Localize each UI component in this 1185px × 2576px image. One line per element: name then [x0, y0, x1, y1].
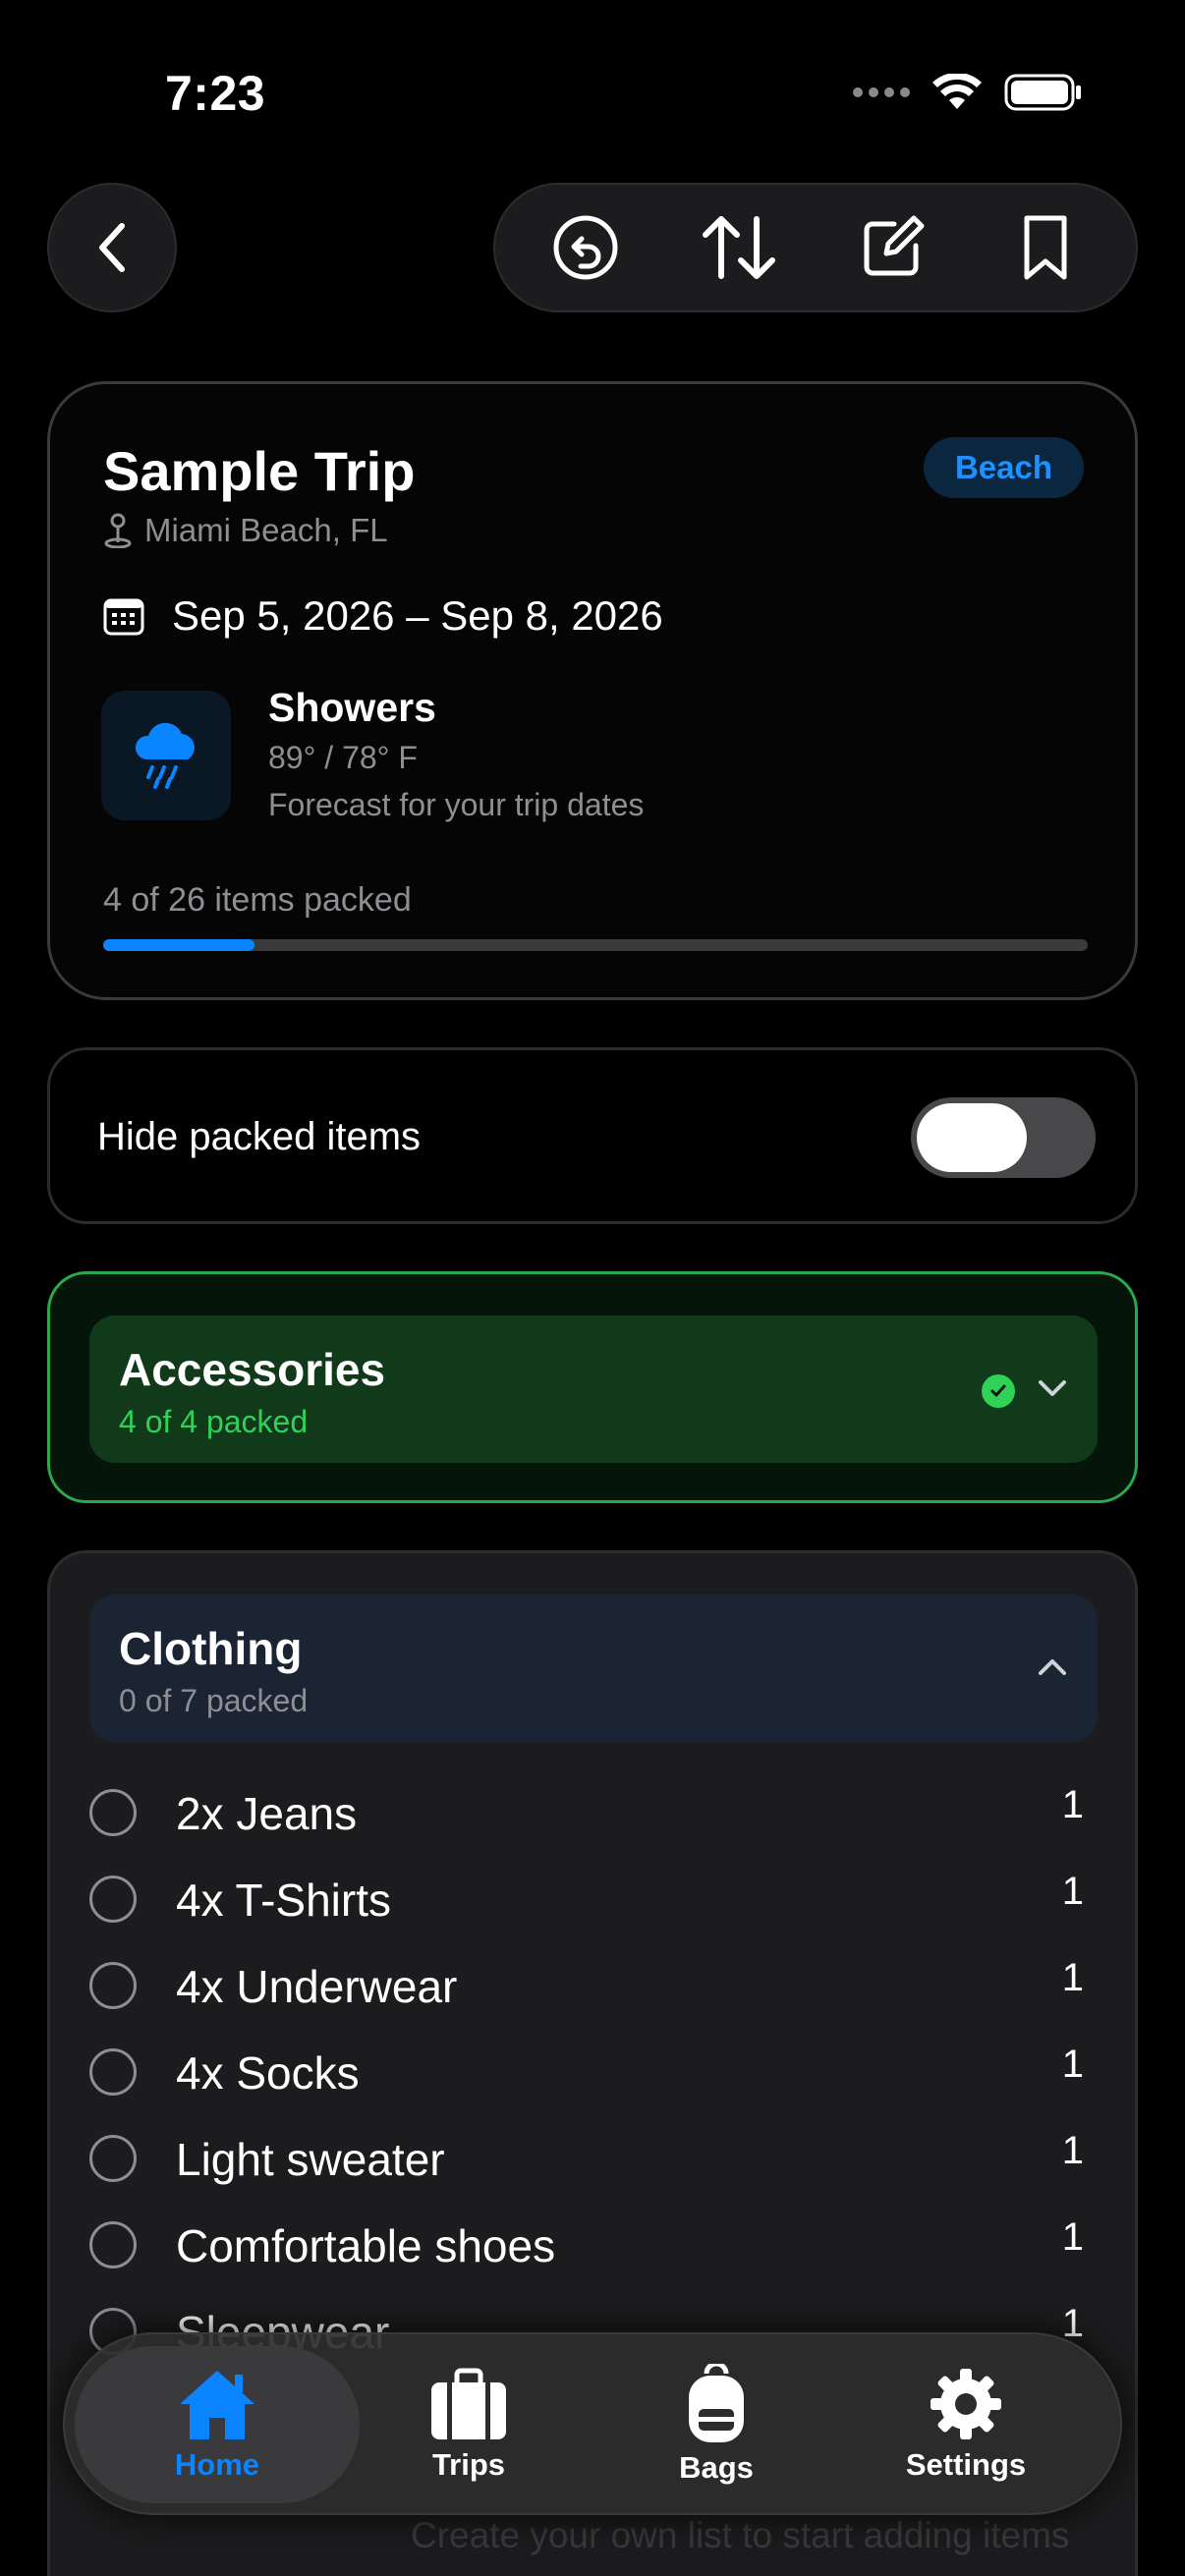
list-item[interactable]: Comfortable shoes 1	[89, 2202, 1098, 2288]
packing-progress-fill	[103, 939, 255, 951]
pin-icon	[104, 513, 132, 548]
tab-bags[interactable]: Bags	[574, 2346, 859, 2503]
sort-arrows-icon	[703, 216, 775, 279]
pack-checkbox[interactable]	[89, 2221, 137, 2268]
item-name: 4x Socks	[176, 2047, 360, 2099]
weather-note: Forecast for your trip dates	[268, 787, 645, 822]
tab-label: Home	[174, 2447, 260, 2482]
pack-checkbox[interactable]	[89, 2048, 137, 2096]
pack-checkbox[interactable]	[89, 1876, 137, 1923]
tab-bar: Home Trips Bags Settings	[63, 2332, 1122, 2515]
tab-label: Settings	[905, 2447, 1027, 2482]
category-title: Clothing	[119, 1623, 303, 1674]
trip-toolbar	[493, 183, 1138, 312]
chevron-up-icon	[1039, 1659, 1066, 1675]
status-time: 7:23	[165, 66, 266, 121]
category-title: Accessories	[119, 1344, 386, 1395]
undo-icon	[553, 215, 618, 280]
weather-temps: 89° / 78° F	[268, 740, 418, 775]
trip-summary-card: Sample Trip Beach Miami Beach, FL Sep 5,…	[47, 381, 1138, 1000]
item-quantity: 1	[1061, 2129, 1084, 2172]
tab-trips[interactable]: Trips	[326, 2346, 611, 2503]
tab-label: Bags	[679, 2450, 754, 2485]
calendar-icon	[103, 598, 144, 636]
bookmark-icon	[1024, 215, 1067, 280]
tab-home[interactable]: Home	[75, 2346, 360, 2503]
tab-label: Trips	[431, 2447, 506, 2482]
category-header-accessories[interactable]: Accessories 4 of 4 packed	[89, 1316, 1098, 1463]
category-header-clothing[interactable]: Clothing 0 of 7 packed	[89, 1595, 1098, 1742]
battery-icon	[1004, 74, 1081, 111]
weather-condition: Showers	[268, 685, 436, 730]
category-status: 0 of 7 packed	[119, 1683, 309, 1718]
cellular-signal-icon	[853, 87, 910, 97]
list-item[interactable]: 4x Socks 1	[89, 2029, 1098, 2115]
trip-dates-text: Sep 5, 2026 – Sep 8, 2026	[172, 592, 663, 639]
pack-checkbox[interactable]	[89, 1962, 137, 2009]
list-item[interactable]: 4x Underwear 1	[89, 1942, 1098, 2029]
suitcase-icon	[431, 2368, 506, 2439]
trip-title: Sample Trip	[103, 440, 416, 502]
trip-dates: Sep 5, 2026 – Sep 8, 2026	[103, 592, 663, 640]
checkmark-circle-icon	[982, 1374, 1015, 1408]
back-button[interactable]	[47, 183, 177, 312]
bookmark-button[interactable]	[991, 194, 1100, 302]
list-item[interactable]: Light sweater 1	[89, 2115, 1098, 2202]
item-name: 2x Jeans	[176, 1788, 358, 1839]
pack-checkbox[interactable]	[89, 1789, 137, 1836]
status-icons	[853, 73, 1083, 112]
toggle-knob	[917, 1103, 1027, 1172]
packing-progress-bar	[103, 939, 1088, 951]
house-icon	[180, 2371, 254, 2439]
list-item[interactable]: 4x T-Shirts 1	[89, 1856, 1098, 1942]
item-quantity: 1	[1061, 1783, 1084, 1826]
gear-icon	[931, 2369, 1001, 2439]
item-name: 4x T-Shirts	[176, 1875, 391, 1926]
hide-packed-row: Hide packed items	[47, 1047, 1138, 1224]
trip-location: Miami Beach, FL	[103, 512, 388, 549]
category-status: 4 of 4 packed	[119, 1404, 309, 1439]
item-name: Light sweater	[176, 2134, 445, 2185]
weather-icon-box	[101, 691, 231, 820]
item-name: Comfortable shoes	[176, 2220, 556, 2271]
clothing-item-list: 2x Jeans 1 4x T-Shirts 1 4x Underwear 1 …	[89, 1769, 1098, 2375]
sort-button[interactable]	[685, 194, 793, 302]
edit-icon	[864, 215, 925, 276]
item-name: 4x Underwear	[176, 1961, 458, 2012]
item-quantity: 1	[1061, 1870, 1084, 1913]
item-quantity: 1	[1061, 2043, 1084, 2086]
list-item[interactable]: 2x Jeans 1	[89, 1769, 1098, 1856]
pack-checkbox[interactable]	[89, 2135, 137, 2182]
hide-packed-toggle[interactable]	[911, 1097, 1096, 1178]
empty-list-hint: Create your own list to start adding ite…	[411, 2515, 1070, 2555]
tab-settings[interactable]: Settings	[823, 2346, 1108, 2503]
chevron-down-icon	[1039, 1380, 1066, 1396]
item-quantity: 1	[1061, 1956, 1084, 1999]
chevron-left-icon	[99, 223, 125, 272]
wifi-icon	[932, 74, 982, 109]
hide-packed-label: Hide packed items	[97, 1115, 422, 1158]
cloud-rain-icon	[135, 722, 195, 789]
trip-type-badge: Beach	[923, 437, 1084, 498]
packing-progress-text: 4 of 26 items packed	[103, 881, 412, 919]
backpack-icon	[689, 2364, 744, 2442]
undo-button[interactable]	[532, 194, 640, 302]
trip-location-text: Miami Beach, FL	[144, 512, 388, 548]
category-card-accessories: Accessories 4 of 4 packed	[47, 1271, 1138, 1503]
item-quantity: 1	[1061, 2215, 1084, 2259]
edit-button[interactable]	[838, 194, 946, 302]
